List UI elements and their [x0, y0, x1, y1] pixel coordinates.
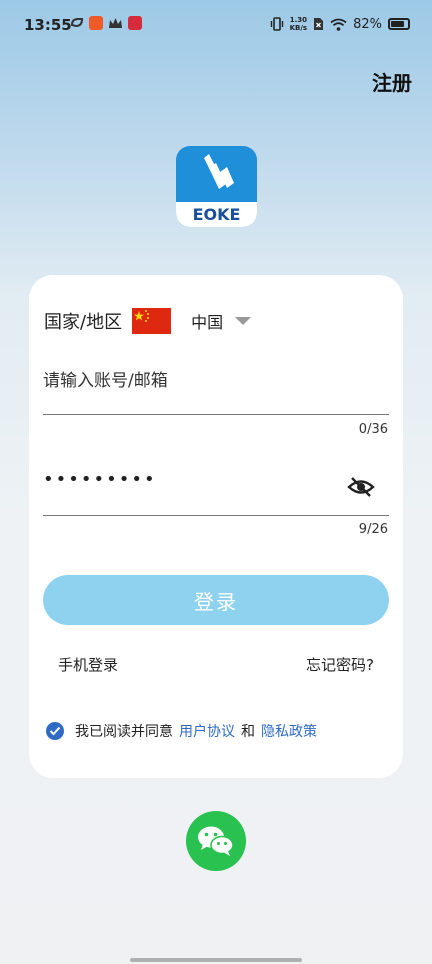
china-flag-icon — [132, 308, 172, 334]
agreement-checkbox[interactable] — [46, 722, 64, 740]
country-value: 中国 — [191, 313, 224, 332]
shopping-notification-icon — [128, 16, 142, 30]
checkmark-icon — [49, 726, 61, 736]
flag-stars — [134, 310, 150, 322]
sim-off-icon — [314, 18, 324, 30]
notification-icons — [70, 16, 142, 30]
forgot-password-link[interactable]: 忘记密码? — [306, 654, 374, 675]
phone-login-link[interactable]: 手机登录 — [58, 654, 118, 675]
app-notification-icon — [89, 16, 103, 30]
region-label: 国家/地区 — [44, 312, 123, 333]
login-button[interactable]: 登录 — [43, 575, 389, 625]
agreement-row: 我已阅读并同意 用户协议 和 隐私政策 — [46, 721, 317, 741]
password-input[interactable]: ••••••••• — [43, 469, 157, 490]
account-input[interactable] — [43, 365, 389, 391]
link-icon — [70, 18, 84, 28]
network-speed: 1.30 KB/s — [289, 16, 308, 32]
logo-wordmark: EOKE — [176, 202, 257, 227]
login-card: 国家/地区 中国 0/36 ••••••••• 9/26 登录 手机登录 忘记密… — [29, 275, 403, 778]
region-selector[interactable]: 国家/地区 中国 — [44, 308, 252, 334]
status-time: 13:55 — [24, 16, 72, 34]
and-text: 和 — [241, 724, 255, 740]
crown-icon — [109, 18, 122, 28]
logo-mark-icon — [204, 154, 234, 189]
eye-off-icon[interactable] — [347, 475, 375, 499]
battery-fill — [391, 21, 404, 27]
register-button[interactable]: 注册 — [372, 67, 412, 96]
password-char-counter: 9/26 — [358, 522, 388, 537]
wifi-icon — [330, 18, 347, 31]
account-field — [43, 365, 389, 415]
status-bar: 13:55 1.30 KB/s 82% — [0, 0, 432, 50]
app-logo: EOKE — [176, 146, 257, 227]
status-right: 1.30 KB/s 82% — [270, 16, 410, 32]
vibrate-icon — [270, 17, 283, 31]
wechat-login-button[interactable] — [186, 811, 246, 871]
agreement-text: 我已阅读并同意 — [75, 724, 173, 740]
user-agreement-link[interactable]: 用户协议 — [179, 721, 235, 741]
home-indicator[interactable] — [130, 958, 302, 962]
privacy-policy-link[interactable]: 隐私政策 — [261, 721, 317, 741]
chevron-down-icon[interactable] — [235, 317, 252, 325]
account-char-counter: 0/36 — [358, 422, 388, 437]
battery-percent: 82% — [353, 16, 382, 32]
wechat-icon — [198, 826, 234, 856]
password-field: ••••••••• — [43, 463, 389, 516]
battery-icon — [388, 18, 410, 30]
